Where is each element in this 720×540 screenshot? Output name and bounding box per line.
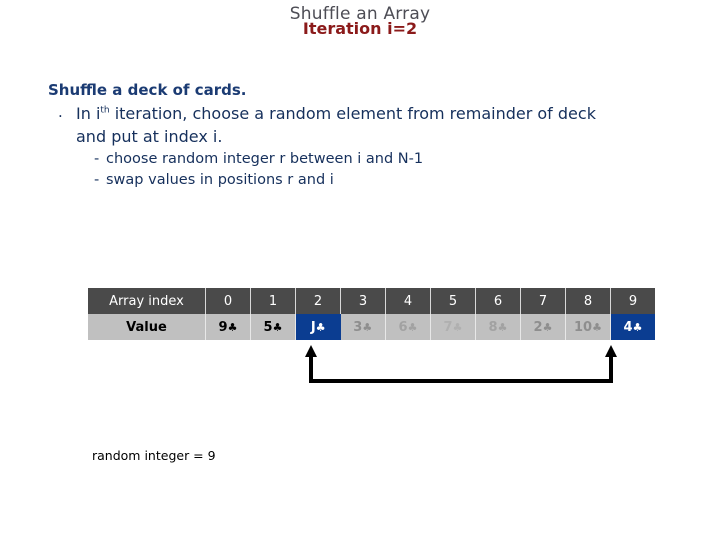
club-suit-icon: ♣	[542, 320, 553, 334]
swap-arrow-icon	[305, 345, 617, 383]
card-rank: 6	[398, 319, 408, 335]
bullet-item-1-text: In ith iteration, choose a random elemen…	[76, 102, 668, 148]
slide-title-block: Shuffle an Array Iteration i=2	[0, 6, 720, 37]
array-index-cell-3: 3	[340, 288, 386, 314]
array-value-cell-5: 7♣	[430, 314, 476, 340]
array-value-cell-0: 9♣	[205, 314, 251, 340]
array-index-row-label: Array index	[88, 288, 206, 314]
array-index-cell-2: 2	[295, 288, 341, 314]
bullet-text-line2: and put at index i.	[76, 127, 223, 147]
array-index-cell-6: 6	[475, 288, 521, 314]
club-suit-icon: ♣	[407, 320, 418, 334]
club-suit-icon: ♣	[362, 320, 373, 334]
sub-bullet-2: - swap values in positions r and i	[94, 170, 668, 192]
array-value-cell-9: 4♣	[610, 314, 655, 340]
array-value-cell-3: 3♣	[340, 314, 386, 340]
club-suit-icon: ♣	[592, 320, 602, 334]
array-value-row: Value 9♣ 5♣ J♣ 3♣ 6♣ 7♣ 8♣ 2♣ 10♣ 4♣	[88, 314, 655, 340]
array-value-row-label: Value	[88, 314, 206, 340]
card-rank: 7	[443, 319, 453, 335]
sub-bullet-1-text: choose random integer r between i and N-…	[106, 150, 424, 167]
card-rank: 9	[218, 319, 228, 335]
bullet-text-part-b: iteration, choose a random element from …	[109, 104, 596, 124]
bullet-item-1: . In ith iteration, choose a random elem…	[58, 102, 668, 148]
array-table: Array index 0 1 2 3 4 5 6 7 8 9 Value 9♣…	[88, 288, 655, 340]
array-value-cell-4: 6♣	[385, 314, 431, 340]
array-index-cell-7: 7	[520, 288, 566, 314]
array-index-cell-1: 1	[250, 288, 296, 314]
card-rank: 2	[533, 319, 543, 335]
sub-bullet-1: - choose random integer r between i and N…	[94, 149, 668, 171]
club-suit-icon: ♣	[272, 320, 283, 334]
iteration-subtitle: Iteration i=2	[302, 19, 418, 38]
club-suit-icon: ♣	[632, 320, 643, 334]
dash-marker-icon: -	[94, 150, 100, 167]
array-index-cell-9: 9	[610, 288, 655, 314]
array-value-cell-1: 5♣	[250, 314, 296, 340]
array-index-cell-5: 5	[430, 288, 476, 314]
sub-bullet-2-text: swap values in positions r and i	[106, 172, 334, 189]
array-value-cell-8: 10♣	[565, 314, 611, 340]
array-index-cell-8: 8	[565, 288, 611, 314]
card-rank: 4	[623, 319, 633, 335]
club-suit-icon: ♣	[227, 320, 238, 334]
array-value-cell-6: 8♣	[475, 314, 521, 340]
club-suit-icon: ♣	[315, 320, 326, 334]
random-integer-note: random integer = 9	[92, 448, 216, 463]
body-text-block: Shuffle a deck of cards. . In ith iterat…	[48, 80, 668, 192]
array-index-cell-4: 4	[385, 288, 431, 314]
card-rank: 10	[574, 319, 593, 335]
card-rank: 5	[263, 319, 273, 335]
ordinal-superscript: th	[100, 105, 110, 116]
club-suit-icon: ♣	[452, 320, 463, 334]
card-rank: 8	[488, 319, 498, 335]
array-value-cell-2: J♣	[295, 314, 341, 340]
array-index-cell-0: 0	[205, 288, 251, 314]
bullet-text-part-a: In i	[76, 104, 101, 124]
card-rank: 3	[353, 319, 363, 335]
array-index-row: Array index 0 1 2 3 4 5 6 7 8 9	[88, 288, 655, 314]
bullet-marker-icon: .	[58, 103, 63, 122]
dash-marker-icon: -	[94, 172, 100, 189]
club-suit-icon: ♣	[497, 320, 508, 334]
array-value-cell-7: 2♣	[520, 314, 566, 340]
body-heading: Shuffle a deck of cards.	[48, 81, 247, 99]
